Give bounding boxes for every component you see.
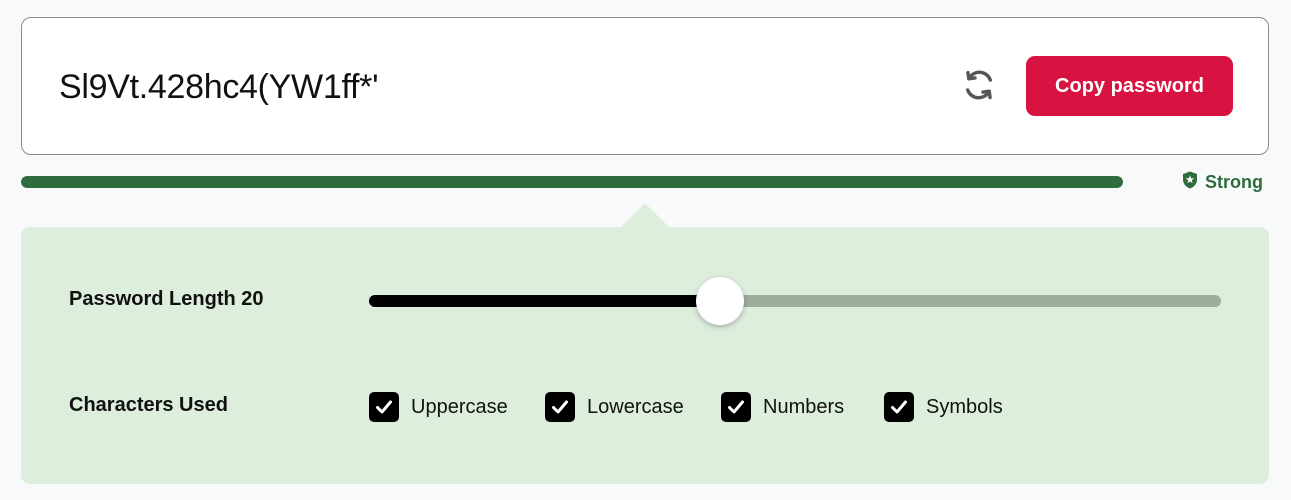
check-icon — [891, 400, 907, 414]
refresh-icon — [962, 68, 996, 107]
lowercase-label: Lowercase — [587, 395, 684, 418]
settings-panel: Password Length 20 Characters Used Upper… — [21, 227, 1269, 484]
strength-meter — [21, 176, 1123, 188]
strength-meter-fill — [21, 176, 1123, 188]
option-lowercase[interactable]: Lowercase — [545, 392, 684, 422]
option-uppercase[interactable]: Uppercase — [369, 392, 508, 422]
numbers-label: Numbers — [763, 395, 845, 418]
symbols-checkbox[interactable] — [884, 392, 914, 422]
strength-indicator: Strong — [1182, 170, 1263, 194]
slider-thumb[interactable] — [695, 277, 744, 325]
symbols-label: Symbols — [926, 395, 1003, 418]
settings-panel-pointer — [620, 203, 670, 228]
check-icon — [376, 400, 392, 414]
lowercase-checkbox[interactable] — [545, 392, 575, 422]
slider-fill — [369, 295, 720, 307]
generated-password[interactable]: Sl9Vt.428hc4(YW1ff*' — [59, 67, 379, 107]
password-length-slider[interactable] — [369, 277, 1221, 325]
characters-used-label: Characters Used — [69, 394, 228, 416]
check-icon — [552, 400, 568, 414]
password-display: Sl9Vt.428hc4(YW1ff*' Copy password — [21, 17, 1269, 155]
strength-text: Strong — [1205, 171, 1263, 192]
password-length-label: Password Length 20 — [69, 288, 264, 310]
uppercase-checkbox[interactable] — [369, 392, 399, 422]
numbers-checkbox[interactable] — [721, 392, 751, 422]
option-symbols[interactable]: Symbols — [884, 392, 1003, 422]
check-icon — [728, 400, 744, 414]
shield-icon — [1182, 171, 1198, 194]
copy-password-button[interactable]: Copy password — [1026, 56, 1233, 116]
regenerate-button[interactable] — [960, 68, 998, 106]
option-numbers[interactable]: Numbers — [721, 392, 844, 422]
uppercase-label: Uppercase — [411, 395, 508, 418]
